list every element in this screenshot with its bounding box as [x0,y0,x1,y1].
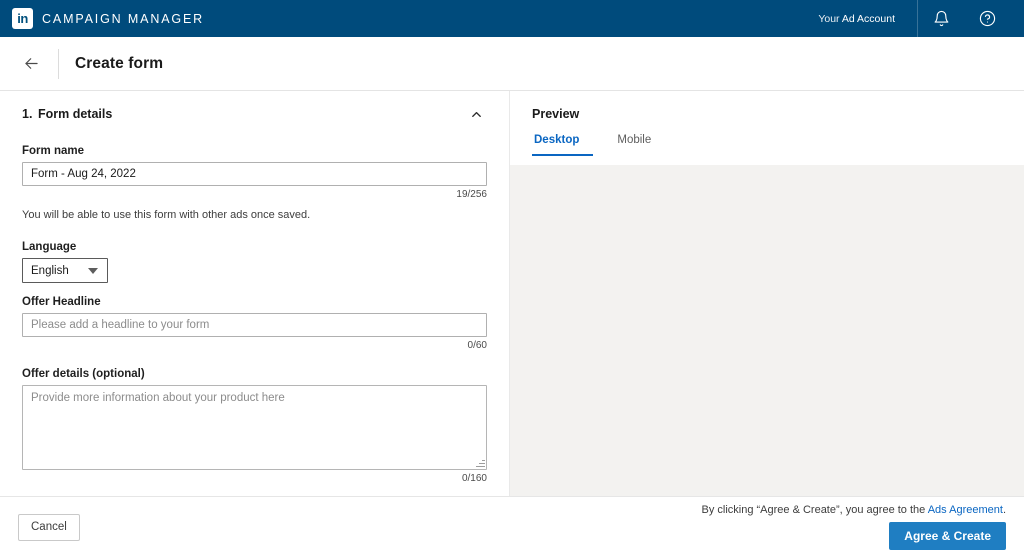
footer-right-group: By clicking “Agree & Create”, you agree … [701,504,1006,550]
section-title: Form details [38,107,113,121]
language-label: Language [22,241,487,253]
offer-headline-field: Offer Headline 0/60 [22,296,487,351]
language-label-text: Language [22,241,77,253]
form-panel: 1. Form details Form name 19/256 [0,91,510,496]
page-title: Create form [75,54,164,72]
section-number: 1. [22,107,33,121]
help-button[interactable] [964,0,1010,37]
footer-bar: Cancel By clicking “Agree & Create”, you… [0,497,1024,557]
brand-title: CAMPAIGN MANAGER [42,11,205,26]
agree-and-create-button[interactable]: Agree & Create [889,522,1006,550]
top-navigation-right: Your Ad Account [818,0,1010,37]
form-name-label: Form name [22,145,487,157]
offer-details-label-text: Offer details (optional) [22,368,145,380]
preview-panel: Preview Desktop Mobile [510,91,1024,496]
header-divider [58,48,59,79]
offer-headline-input[interactable] [22,313,487,337]
preview-title: Preview [532,107,580,121]
offer-headline-counter: 0/60 [467,340,487,351]
collapse-section-button[interactable] [465,103,487,125]
form-scroll-area[interactable]: 1. Form details Form name 19/256 [0,91,509,496]
bell-icon [934,10,948,27]
form-name-counter: 19/256 [456,189,487,200]
notifications-button[interactable] [918,0,964,37]
chevron-up-icon [471,111,481,117]
tab-desktop[interactable]: Desktop [532,134,594,156]
agreement-text-after: . [1002,504,1006,516]
ad-account-label[interactable]: Your Ad Account [818,13,917,25]
page-header: Create form [0,37,1024,91]
offer-headline-label: Offer Headline [22,296,487,308]
back-button[interactable] [18,51,44,77]
ad-account-name: Ad Account [841,12,895,25]
top-navigation-bar: in CAMPAIGN MANAGER Your Ad Account [0,0,1024,37]
preview-canvas [510,165,1024,496]
preview-tabs: Desktop Mobile [532,134,1024,156]
brand-logo-area[interactable]: in CAMPAIGN MANAGER [12,8,204,29]
ad-account-prefix: Your [818,12,842,25]
agreement-disclaimer: By clicking “Agree & Create”, you agree … [701,504,1006,516]
form-name-input[interactable] [22,162,487,186]
campaign-manager-app: in CAMPAIGN MANAGER Your Ad Account Crea… [0,0,1024,557]
form-name-field: Form name 19/256 [22,145,487,200]
triangle-down-icon [88,267,98,274]
offer-headline-label-text: Offer Headline [22,296,101,308]
cancel-button[interactable]: Cancel [18,513,80,541]
language-field: Language English [22,241,487,283]
linkedin-logo: in [12,8,33,29]
offer-details-textarea[interactable] [22,385,487,470]
offer-details-field: Offer details (optional) 0/160 [22,368,487,484]
form-details-section-header: 1. Form details [22,91,487,125]
page-body: 1. Form details Form name 19/256 [0,91,1024,497]
ads-agreement-link[interactable]: Ads Agreement [928,504,1003,516]
language-select[interactable]: English [22,258,108,283]
offer-details-label: Offer details (optional) [22,368,487,380]
preview-header: Preview Desktop Mobile [510,91,1024,165]
offer-details-textarea-wrap [22,385,487,470]
language-select-value: English [31,264,69,277]
offer-details-counter: 0/160 [461,473,487,484]
agreement-text-before: By clicking “Agree & Create”, you agree … [701,504,928,516]
arrow-left-icon [24,58,38,69]
help-circle-icon [979,10,995,27]
form-name-helper-text: You will be able to use this form with o… [22,209,311,221]
form-name-label-text: Form name [22,145,84,157]
tab-mobile[interactable]: Mobile [615,134,665,156]
